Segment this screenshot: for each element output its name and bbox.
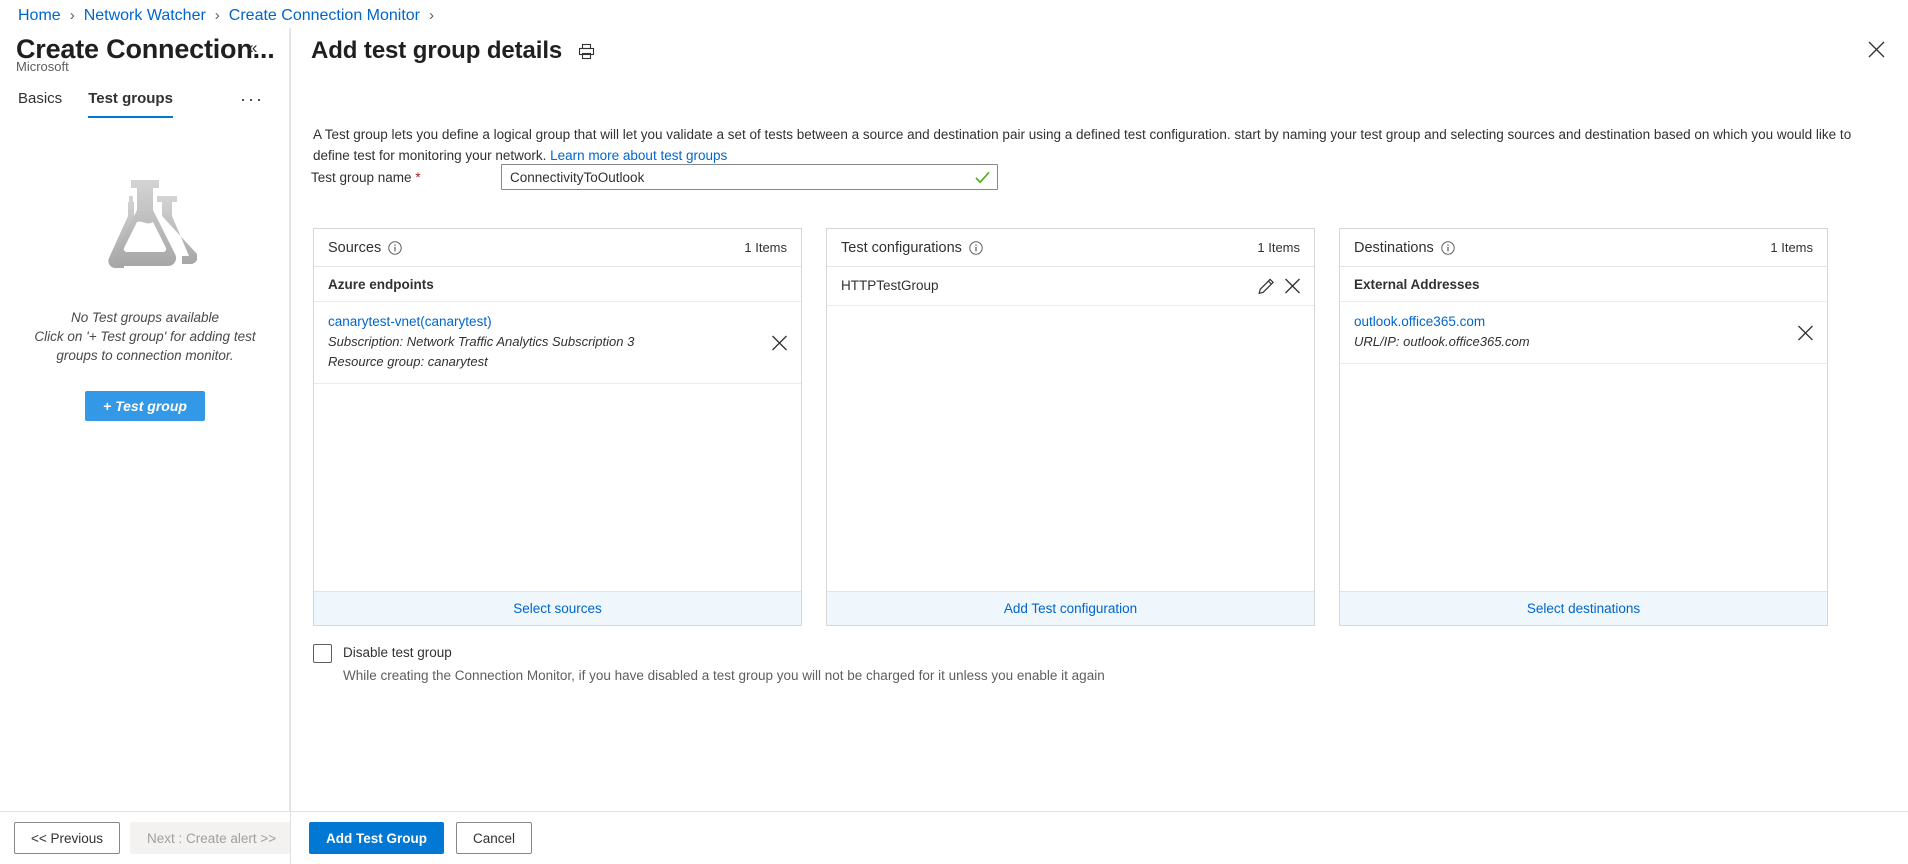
test-configurations-panel-body: HTTPTestGroup: [827, 267, 1314, 591]
tab-test-groups[interactable]: Test groups: [88, 88, 173, 118]
destinations-panel-body: outlook.office365.com URL/IP: outlook.of…: [1340, 302, 1827, 591]
empty-state: No Test groups available Click on '+ Tes…: [0, 178, 290, 421]
description-text: A Test group lets you define a logical g…: [313, 127, 1851, 163]
remove-test-configuration-icon[interactable]: [1283, 277, 1302, 296]
empty-state-line1: No Test groups available: [30, 308, 260, 327]
sources-title-text: Sources: [328, 240, 381, 256]
destinations-item-count: 1 Items: [1770, 240, 1813, 255]
add-test-configuration-link[interactable]: Add Test configuration: [827, 591, 1314, 625]
tab-basics[interactable]: Basics: [18, 88, 62, 116]
disable-test-group-checkbox[interactable]: [313, 644, 332, 663]
test-group-name-row: Test group name *: [311, 164, 998, 190]
sources-item-count: 1 Items: [744, 240, 787, 255]
source-resource-group-label: Resource group: canarytest: [328, 352, 749, 372]
add-test-group-button[interactable]: + Test group: [85, 391, 205, 421]
add-test-group-submit-button[interactable]: Add Test Group: [309, 822, 444, 854]
test-configurations-item-count: 1 Items: [1257, 240, 1300, 255]
empty-state-text: No Test groups available Click on '+ Tes…: [30, 308, 260, 365]
next-create-alert-button: Next : Create alert >>: [130, 822, 293, 854]
destinations-panel-title: Destinations: [1354, 240, 1455, 256]
previous-button[interactable]: << Previous: [14, 822, 120, 854]
sources-panel-title: Sources: [328, 240, 402, 256]
breadcrumb: Home › Network Watcher › Create Connecti…: [18, 5, 434, 27]
destinations-panel: Destinations 1 Items External Addresses: [1339, 228, 1828, 626]
list-item: canarytest-vnet(canarytest) Subscription…: [314, 302, 801, 384]
publisher-label: Microsoft: [16, 58, 69, 76]
test-group-name-label: Test group name *: [311, 170, 501, 185]
destination-entry-actions: [1796, 323, 1815, 342]
blade-description: A Test group lets you define a logical g…: [313, 124, 1853, 166]
list-item: HTTPTestGroup: [827, 267, 1314, 306]
disable-test-group-label: Disable test group: [343, 643, 452, 663]
breadcrumb-separator-icon: ›: [429, 5, 434, 27]
learn-more-link[interactable]: Learn more about test groups: [550, 148, 727, 163]
info-icon[interactable]: [388, 241, 402, 255]
test-group-name-input[interactable]: [501, 164, 998, 190]
destination-url-label: URL/IP: outlook.office365.com: [1354, 332, 1775, 352]
blade-title: Add test group details: [311, 34, 562, 68]
destinations-title-text: Destinations: [1354, 240, 1434, 256]
info-icon[interactable]: [1441, 241, 1455, 255]
test-configuration-actions: [1257, 277, 1302, 296]
disable-test-group-row: Disable test group: [313, 643, 1105, 663]
source-endpoint-link[interactable]: canarytest-vnet(canarytest): [328, 312, 749, 332]
breadcrumb-separator-icon: ›: [215, 5, 220, 27]
test-configurations-panel: Test configurations 1 Items HTT: [826, 228, 1315, 626]
test-configurations-title-text: Test configurations: [841, 240, 962, 256]
wizard-tabs: Basics Test groups: [18, 88, 173, 118]
test-group-name-label-text: Test group name: [311, 170, 412, 185]
test-configurations-panel-header: Test configurations 1 Items: [827, 229, 1314, 267]
empty-state-line2: Click on '+ Test group' for adding test …: [30, 327, 260, 365]
info-icon[interactable]: [969, 241, 983, 255]
blade-header: Add test group details: [311, 34, 595, 68]
sources-panel: Sources 1 Items Azure endpoints: [313, 228, 802, 626]
cancel-button[interactable]: Cancel: [456, 822, 532, 854]
close-blade-icon[interactable]: [1867, 40, 1886, 59]
wizard-footer: << Previous Next : Create alert >>: [0, 811, 290, 864]
test-configurations-panel-title: Test configurations: [841, 240, 983, 256]
remove-destination-icon[interactable]: [1796, 323, 1815, 342]
test-group-panels: Sources 1 Items Azure endpoints: [313, 228, 1828, 626]
sources-panel-header: Sources 1 Items: [314, 229, 801, 267]
destinations-panel-header: Destinations 1 Items: [1340, 229, 1827, 267]
select-destinations-link[interactable]: Select destinations: [1340, 591, 1827, 625]
disable-test-group-block: Disable test group While creating the Co…: [313, 643, 1105, 686]
required-marker: *: [415, 170, 420, 185]
tab-overflow-icon[interactable]: ···: [240, 90, 264, 108]
select-sources-link[interactable]: Select sources: [314, 591, 801, 625]
destination-address-link[interactable]: outlook.office365.com: [1354, 312, 1775, 332]
breadcrumb-separator-icon: ›: [70, 5, 75, 27]
collapse-pane-icon[interactable]: «: [248, 38, 257, 58]
test-configuration-name: HTTPTestGroup: [841, 276, 1254, 296]
add-test-group-blade: Add test group details A Test group lets…: [290, 28, 1908, 811]
breadcrumb-item-network-watcher[interactable]: Network Watcher: [84, 5, 206, 27]
remove-source-icon[interactable]: [770, 333, 789, 352]
page-root: Home › Network Watcher › Create Connecti…: [0, 0, 1908, 864]
test-group-name-input-wrap: [501, 164, 998, 190]
flask-icon: [93, 178, 197, 270]
print-icon[interactable]: [578, 43, 595, 60]
breadcrumb-item-create-connection-monitor[interactable]: Create Connection Monitor: [229, 5, 420, 27]
destinations-group-header: External Addresses: [1340, 267, 1827, 302]
list-item: outlook.office365.com URL/IP: outlook.of…: [1340, 302, 1827, 364]
source-entry-actions: [770, 333, 789, 352]
source-subscription-label: Subscription: Network Traffic Analytics …: [328, 332, 749, 352]
blade-footer: Add Test Group Cancel: [290, 811, 1908, 864]
edit-test-configuration-icon[interactable]: [1257, 277, 1275, 295]
left-pane: Create Connection... « Microsoft Basics …: [0, 28, 290, 811]
disable-test-group-help-text: While creating the Connection Monitor, i…: [343, 666, 1105, 686]
sources-panel-body: canarytest-vnet(canarytest) Subscription…: [314, 302, 801, 591]
breadcrumb-item-home[interactable]: Home: [18, 5, 61, 27]
sources-group-header: Azure endpoints: [314, 267, 801, 302]
